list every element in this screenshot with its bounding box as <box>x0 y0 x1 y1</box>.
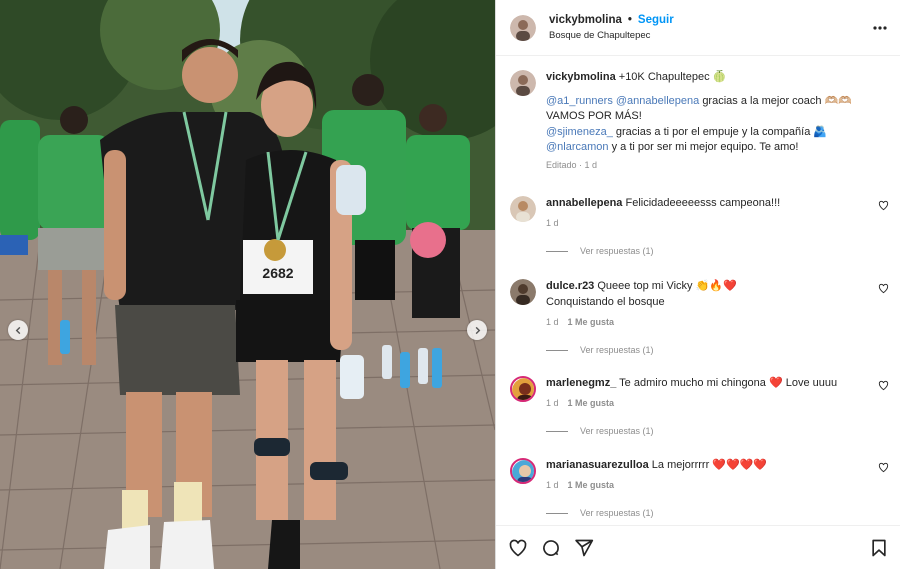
commenter-username[interactable]: annabellepena <box>546 197 622 209</box>
caption-avatar[interactable] <box>510 70 536 96</box>
heart-icon[interactable] <box>878 200 889 211</box>
post-photo[interactable]: 2682 <box>0 0 495 569</box>
view-replies-label: Ver respuestas (1) <box>580 426 654 436</box>
comment-time[interactable]: 1 d <box>546 218 559 228</box>
caption-line3: VAMOS POR MÁS! <box>546 110 642 122</box>
comment-time[interactable]: 1 d <box>546 317 559 327</box>
author-username[interactable]: vickybmolina <box>549 13 622 28</box>
post-details-panel: vickybmolina • Seguir Bosque de Chapulte… <box>495 0 900 569</box>
commenter-avatar[interactable] <box>510 196 536 222</box>
commenter-avatar[interactable] <box>510 376 536 402</box>
caption-meta: Editado · 1 d <box>546 159 598 170</box>
commenter-username[interactable]: dulce.r23 <box>546 280 594 292</box>
comment-text: Felicidadeeeeesss campeona!!! <box>625 197 781 209</box>
comment-time[interactable]: 1 d <box>546 480 559 490</box>
commenter-avatar[interactable] <box>510 279 536 305</box>
caption-username[interactable]: vickybmolina <box>546 71 616 83</box>
heart-icon[interactable] <box>878 380 889 391</box>
caption-line4: gracias a ti por el empuje y la compañía… <box>615 125 828 138</box>
view-replies-label: Ver respuestas (1) <box>580 508 654 518</box>
comment-likes[interactable]: 1 Me gusta <box>568 317 615 327</box>
race-photo-illustration: 2682 <box>0 0 495 569</box>
mention-link[interactable]: @a1_runners <box>546 95 613 107</box>
commenter-username[interactable]: marlenegmz_ <box>546 377 616 389</box>
view-replies-button[interactable]: Ver respuestas (1) <box>546 345 654 355</box>
heart-icon[interactable] <box>878 462 889 473</box>
mention-link[interactable]: @annabellepena <box>616 95 699 107</box>
caption-line5: y a ti por ser mi mejor equipo. Te amo! <box>611 141 799 153</box>
post-action-bar <box>496 525 900 569</box>
author-avatar[interactable] <box>510 14 536 41</box>
comment-likes[interactable]: 1 Me gusta <box>568 480 615 490</box>
comment-likes[interactable]: 1 Me gusta <box>568 398 615 408</box>
comment-text: La mejorrrrr ❤️❤️❤️❤️ <box>651 459 768 471</box>
view-replies-label: Ver respuestas (1) <box>580 246 654 256</box>
separator-dot: • <box>627 13 632 26</box>
bookmark-icon[interactable] <box>869 538 889 558</box>
commenter-avatar[interactable] <box>510 458 536 484</box>
race-bib-number: 2682 <box>262 265 293 281</box>
heart-icon[interactable] <box>878 283 889 294</box>
comment-time[interactable]: 1 d <box>546 398 559 408</box>
chevron-left-icon <box>15 326 20 334</box>
comment-text: Queee top mi Vicky 👏🔥❤️ <box>597 280 737 292</box>
view-replies-button[interactable]: Ver respuestas (1) <box>546 246 654 256</box>
caption-line1: +10K Chapultepec 🍈 <box>618 71 727 83</box>
comment-icon[interactable] <box>541 538 561 558</box>
post-location[interactable]: Bosque de Chapultepec <box>549 28 674 43</box>
chevron-right-icon <box>475 326 480 334</box>
view-replies-label: Ver respuestas (1) <box>580 345 654 355</box>
comments-section[interactable]: vickybmolina +10K Chapultepec 🍈 @a1_runn… <box>496 56 900 524</box>
previous-photo-button[interactable] <box>8 320 28 340</box>
post-header: vickybmolina • Seguir Bosque de Chapulte… <box>496 0 900 56</box>
next-photo-button[interactable] <box>467 320 487 340</box>
heart-icon[interactable] <box>508 538 528 558</box>
more-horizontal-icon[interactable] <box>872 20 888 36</box>
caption-line2: gracias a la mejor coach 🫶🏼🫶🏼 <box>702 94 852 107</box>
send-icon[interactable] <box>574 538 594 558</box>
view-replies-button[interactable]: Ver respuestas (1) <box>546 508 654 518</box>
view-replies-button[interactable]: Ver respuestas (1) <box>546 426 654 436</box>
comment-text: Te admiro mucho mi chingona ❤️ Love uuuu <box>619 377 838 389</box>
commenter-username[interactable]: marianasuarezulloa <box>546 459 649 471</box>
follow-button[interactable]: Seguir <box>638 13 674 28</box>
comment-text-line2: Conquistando el bosque <box>546 295 665 308</box>
mention-link[interactable]: @sjimeneza_ <box>546 126 613 138</box>
mention-link[interactable]: @nlarcamon <box>546 141 609 153</box>
